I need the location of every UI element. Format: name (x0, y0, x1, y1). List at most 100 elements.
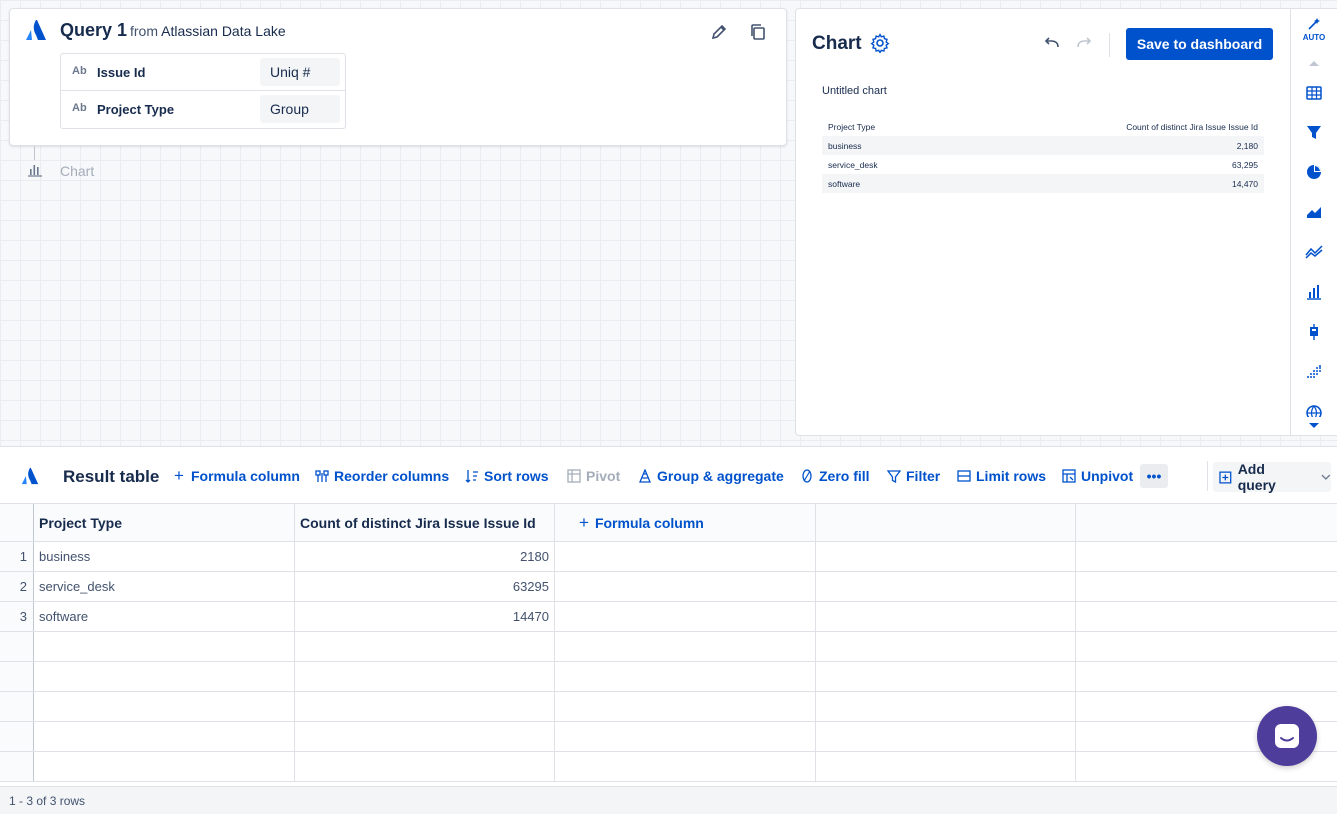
empty-row (0, 632, 1337, 662)
result-toolbar: Result table + Formula column Reorder col… (0, 447, 1337, 503)
pivot-icon (567, 469, 581, 483)
zero-fill-label: Zero fill (819, 468, 870, 484)
unpivot-button[interactable]: Unpivot (1062, 468, 1133, 484)
add-query-label: Add query (1237, 461, 1276, 493)
table-cell[interactable]: service_desk (34, 572, 295, 601)
field-row-issue-id[interactable]: Ab Issue Id Uniq # (61, 54, 345, 91)
empty-row (0, 752, 1337, 782)
table-row[interactable]: 1 business 2180 (0, 542, 1337, 572)
table-row[interactable]: 2 service_desk 63295 (0, 572, 1337, 602)
empty-cell (295, 752, 555, 781)
candlestick-icon (1310, 324, 1318, 340)
table-chart-button[interactable] (1291, 77, 1337, 109)
scatter-chart-button[interactable] (1291, 356, 1337, 388)
preview-cell: 14,470 (954, 174, 1264, 193)
reorder-columns-label: Reorder columns (334, 468, 450, 484)
table-cell[interactable]: 2180 (295, 542, 555, 571)
aggregation-select[interactable]: Uniq # (260, 58, 340, 86)
scroll-down-button[interactable] (1291, 417, 1337, 435)
auto-chart-button[interactable]: AUTO (1291, 11, 1337, 47)
empty-cell (34, 722, 295, 751)
candlestick-chart-button[interactable] (1291, 316, 1337, 348)
sort-rows-label: Sort rows (484, 468, 549, 484)
scroll-up-button[interactable] (1291, 53, 1337, 73)
query-card[interactable]: Query 1 from Atlassian Data Lake Ab Issu… (9, 8, 787, 146)
aggregation-select[interactable]: Group (260, 95, 340, 123)
zero-fill-button[interactable]: Zero fill (800, 468, 870, 484)
unpivot-icon (1062, 469, 1076, 483)
empty-cell (34, 632, 295, 661)
funnel-chart-button[interactable] (1291, 116, 1337, 148)
query-fields: Ab Issue Id Uniq # Ab Project Type Group (60, 53, 346, 129)
row-number (0, 692, 34, 721)
group-aggregate-button[interactable]: Group & aggregate (638, 468, 784, 484)
pie-chart-button[interactable] (1291, 156, 1337, 188)
column-header[interactable]: Project Type (34, 504, 295, 541)
chevron-down-icon (1309, 423, 1319, 428)
filter-label: Filter (906, 468, 941, 484)
reorder-columns-button[interactable]: Reorder columns (315, 468, 449, 484)
table-header-row: Project Type Count of distinct Jira Issu… (0, 504, 1337, 542)
table-cell[interactable]: business (34, 542, 295, 571)
preview-cell: service_desk (828, 159, 878, 170)
scatter-icon (1307, 365, 1321, 378)
empty-cell (555, 722, 816, 751)
sort-rows-button[interactable]: Sort rows (465, 468, 549, 484)
empty-cell (555, 632, 816, 661)
pivot-label: Pivot (586, 468, 621, 484)
pencil-icon (711, 24, 727, 40)
limit-icon (957, 470, 971, 482)
save-to-dashboard-button[interactable]: Save to dashboard (1126, 28, 1273, 60)
query-from-prefix: from (130, 23, 158, 39)
add-formula-column-button[interactable]: + Formula column (555, 504, 816, 541)
preview-cell: 2,180 (954, 136, 1264, 155)
add-query-button[interactable]: Add query (1213, 461, 1331, 493)
query-source: from Atlassian Data Lake (130, 23, 286, 39)
line-chart-button[interactable] (1291, 236, 1337, 268)
field-row-project-type[interactable]: Ab Project Type Group (61, 91, 345, 128)
copy-icon (751, 24, 765, 40)
empty-cell (816, 752, 1076, 781)
table-row[interactable]: 3 software 14470 (0, 602, 1337, 632)
reorder-icon (315, 470, 329, 482)
empty-cell (816, 722, 1076, 751)
empty-cell (295, 662, 555, 691)
column-header[interactable]: Count of distinct Jira Issue Issue Id (295, 504, 555, 541)
undo-icon[interactable] (1042, 35, 1062, 53)
bar-chart-button[interactable] (1291, 276, 1337, 308)
duplicate-query-button[interactable] (747, 21, 769, 43)
row-number: 2 (0, 572, 34, 601)
formula-column-button[interactable]: + Formula column (172, 466, 300, 485)
table-cell[interactable]: 14470 (295, 602, 555, 631)
chart-node-label[interactable]: Chart (60, 163, 94, 179)
table-cell[interactable]: software (34, 602, 295, 631)
chart-preview-table: Project Type Count of distinct Jira Issu… (822, 117, 1264, 193)
pie-chart-icon (1307, 165, 1321, 179)
bar-chart-icon (28, 165, 42, 177)
table-cell[interactable]: 63295 (295, 572, 555, 601)
chat-support-button[interactable] (1257, 706, 1317, 766)
limit-rows-button[interactable]: Limit rows (957, 468, 1046, 484)
globe-icon (1306, 405, 1322, 417)
edit-query-button[interactable] (708, 21, 730, 43)
preview-cell: software (822, 174, 955, 193)
map-chart-button[interactable] (1291, 399, 1337, 417)
chart-panel: Chart Save to dashboard Untitled chart P… (795, 8, 1291, 436)
empty-cell (295, 692, 555, 721)
filter-button[interactable]: Filter (887, 468, 940, 484)
plus-icon: + (579, 512, 589, 532)
empty-cell (555, 572, 816, 601)
add-formula-column-label: Formula column (594, 514, 704, 531)
row-count-status: 1 - 3 of 3 rows (0, 786, 1337, 814)
redo-icon (1077, 37, 1092, 48)
gear-icon[interactable] (870, 33, 890, 53)
text-type-icon: Ab (72, 102, 87, 114)
row-number (0, 722, 34, 751)
chart-title: Untitled chart (822, 85, 887, 97)
empty-cell (555, 692, 816, 721)
area-chart-button[interactable] (1291, 196, 1337, 228)
preview-cell: business (822, 136, 955, 155)
empty-row (0, 662, 1337, 692)
empty-cell (816, 662, 1076, 691)
more-actions-button[interactable]: ••• (1140, 464, 1168, 488)
